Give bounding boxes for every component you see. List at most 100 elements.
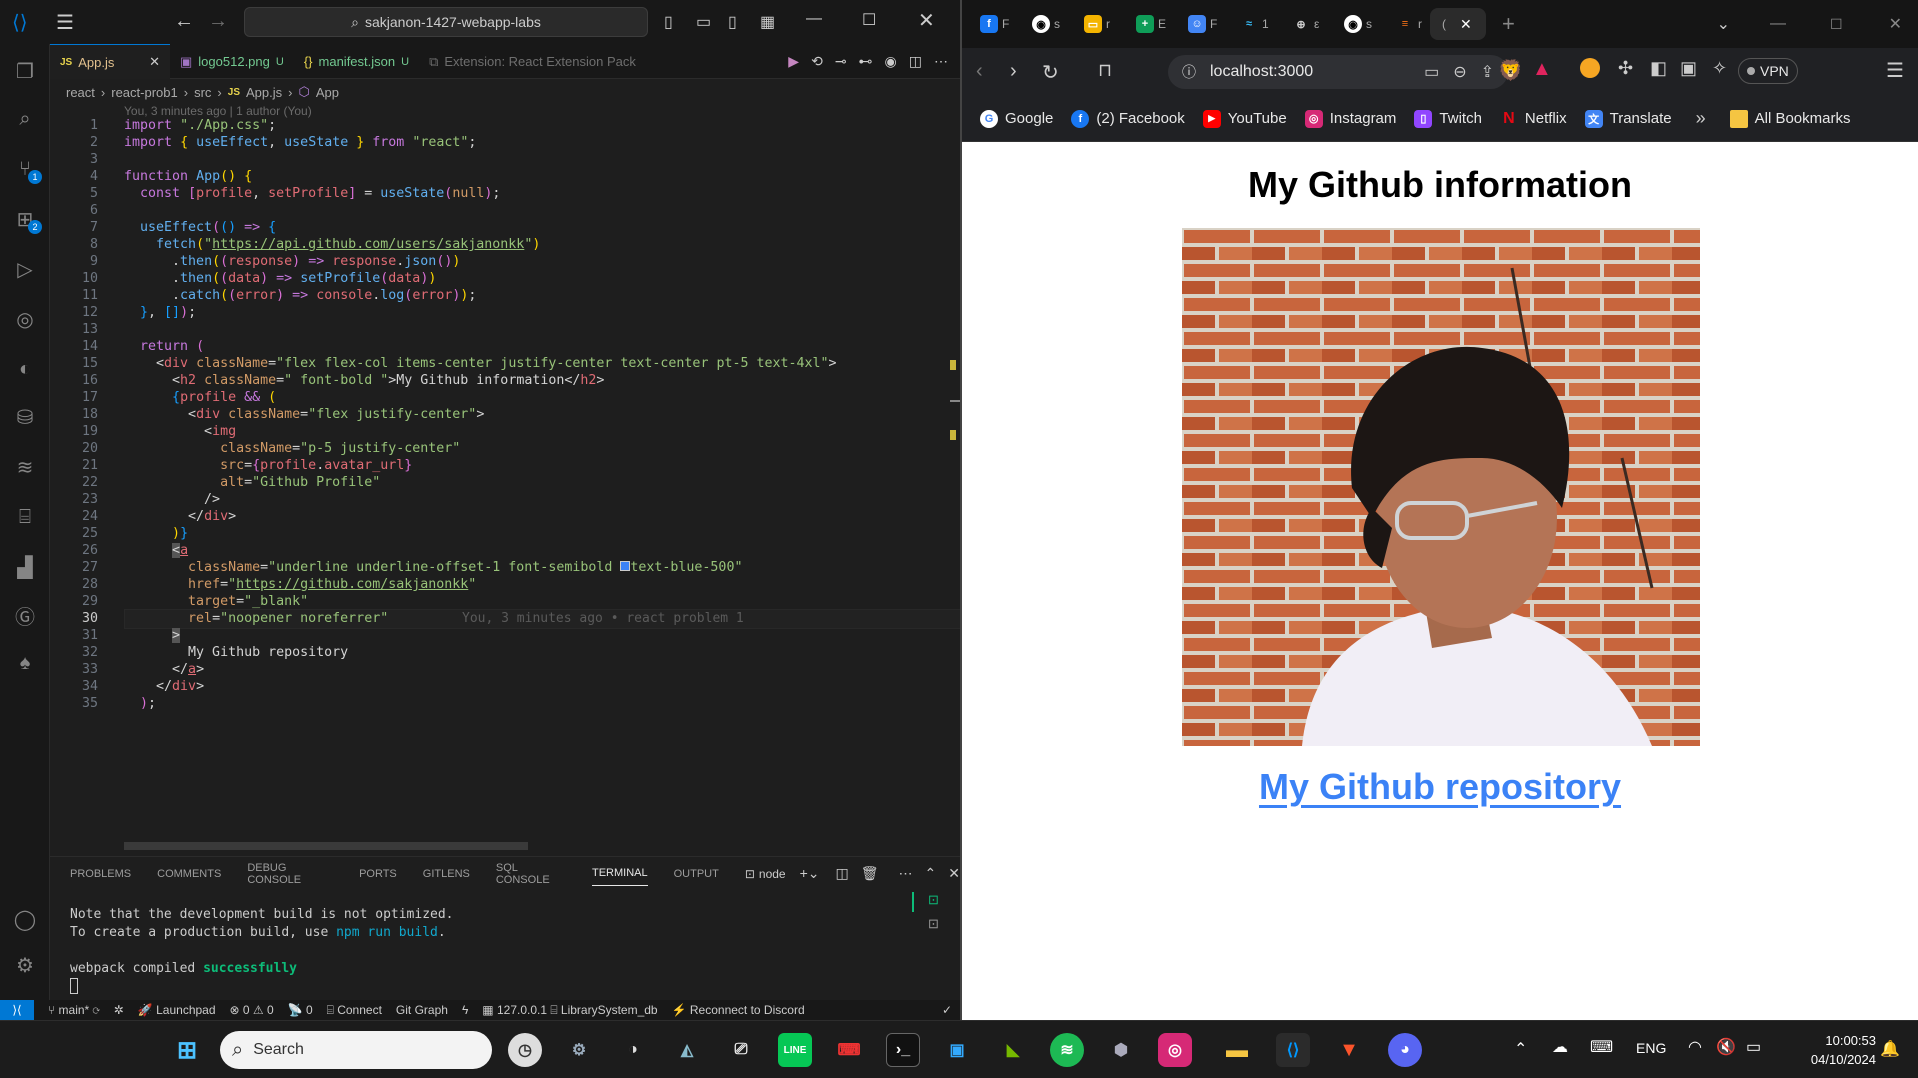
- browser-tab[interactable]: ≈1: [1222, 8, 1274, 40]
- tab-sql-console[interactable]: SQL CONSOLE: [496, 862, 566, 886]
- search-icon[interactable]: ⌕: [10, 104, 40, 134]
- vpn-button[interactable]: VPN: [1738, 58, 1798, 84]
- command-center[interactable]: ⌕ sakjanon-1427-webapp-labs: [244, 7, 648, 37]
- settings-icon[interactable]: ⚙: [562, 1033, 596, 1067]
- browser-tab[interactable]: ▭ r: [1066, 8, 1118, 40]
- browser-tab[interactable]: ◉ s: [1014, 8, 1066, 40]
- db-connection[interactable]: ▦ 127.0.0.1 ⌸ LibrarySystem_db: [482, 1003, 657, 1018]
- tab-extension[interactable]: ⧉ Extension: React Extension Pack: [419, 44, 646, 79]
- back-icon[interactable]: ‹: [976, 60, 983, 83]
- close-tab-icon[interactable]: ✕: [1460, 16, 1472, 33]
- monitor-app-icon[interactable]: ◭: [670, 1033, 704, 1067]
- sidebar-icon[interactable]: ◧: [1650, 58, 1667, 79]
- brave-icon[interactable]: ▼: [1332, 1033, 1366, 1067]
- tray-overflow-icon[interactable]: ⌃: [1514, 1039, 1527, 1059]
- toggle-sidebar-icon[interactable]: ▯: [664, 12, 673, 32]
- tab-gitlens[interactable]: GITLENS: [423, 868, 470, 880]
- browser-tab[interactable]: + E: [1118, 8, 1170, 40]
- gitlens-icon[interactable]: ◐: [10, 354, 40, 384]
- forward-arrow-icon[interactable]: →: [208, 10, 228, 33]
- wifi-icon[interactable]: ◠: [1688, 1037, 1702, 1057]
- bookmark-netflix[interactable]: N Netflix: [1500, 110, 1566, 128]
- terminal-list-icon[interactable]: ⊡: [928, 892, 939, 908]
- breadcrumb-item[interactable]: react-prob1: [111, 85, 177, 100]
- taskbar-search[interactable]: ⌕ Search: [220, 1031, 492, 1069]
- back-arrow-icon[interactable]: ←: [174, 10, 194, 33]
- commit-icon[interactable]: ⊸: [835, 53, 847, 70]
- codelens-blame[interactable]: You, 3 minutes ago | 1 author (You): [124, 104, 312, 118]
- keyboard-app-icon[interactable]: ⌨: [832, 1033, 866, 1067]
- unity-icon[interactable]: ⬢: [1104, 1033, 1138, 1067]
- graphql-icon[interactable]: Ⓖ: [10, 600, 40, 630]
- ports[interactable]: 📡 0: [288, 1003, 313, 1017]
- settings-gear-icon[interactable]: ⚙: [10, 950, 40, 980]
- bookmark-icon[interactable]: ⊓: [1098, 60, 1112, 81]
- leo-ai-icon[interactable]: ✧: [1712, 58, 1727, 79]
- bookmark-youtube[interactable]: ▶ YouTube: [1202, 109, 1287, 128]
- database-icon[interactable]: ⛁: [10, 402, 40, 432]
- github-repository-link[interactable]: My Github repository: [962, 766, 1918, 808]
- docker-icon[interactable]: ▟: [10, 552, 40, 582]
- tab-comments[interactable]: COMMENTS: [157, 868, 221, 880]
- tab-debug-console[interactable]: DEBUG CONSOLE: [247, 862, 333, 886]
- close-window-icon[interactable]: ✕: [1889, 14, 1902, 34]
- trash-icon[interactable]: 🗑: [861, 865, 879, 882]
- bookmark-instagram[interactable]: ◎ Instagram: [1304, 109, 1396, 128]
- breadcrumb-item[interactable]: App.js: [246, 85, 282, 100]
- layout-icon[interactable]: ▦: [760, 12, 775, 32]
- browser-tab[interactable]: ⊕ ε: [1274, 8, 1326, 40]
- breadcrumb-item[interactable]: react: [66, 85, 95, 100]
- toggle-panel-icon[interactable]: ▭: [696, 12, 711, 32]
- git-compare-icon[interactable]: ⟲: [811, 53, 823, 70]
- bookmark-facebook[interactable]: f (2) Facebook: [1071, 109, 1185, 128]
- browser-tab[interactable]: ≡ r: [1378, 8, 1430, 40]
- notification-bell-icon[interactable]: 🔔: [1880, 1039, 1900, 1059]
- keyboard-icon[interactable]: ⌨: [1590, 1037, 1613, 1057]
- problems-count[interactable]: ⊗ 0 ⚠ 0: [230, 1003, 274, 1017]
- tab-output[interactable]: OUTPUT: [674, 868, 719, 880]
- system-clock[interactable]: 10:00:53 04/10/2024: [1811, 1031, 1876, 1069]
- tab-manifest[interactable]: {} manifest.json U: [294, 44, 419, 79]
- horizontal-scrollbar[interactable]: [124, 842, 528, 850]
- main-menu-icon[interactable]: ☰: [1886, 58, 1904, 83]
- reload-icon[interactable]: ↻: [1042, 60, 1059, 85]
- spotify-icon[interactable]: ≋: [1050, 1033, 1084, 1067]
- more-bookmarks-icon[interactable]: »: [1696, 108, 1706, 129]
- maximize-panel-icon[interactable]: ⌃: [925, 865, 937, 882]
- bug-icon[interactable]: ✲: [114, 1003, 124, 1017]
- more-actions-icon[interactable]: ⋯: [934, 53, 948, 70]
- nvidia-icon[interactable]: ◣: [996, 1033, 1030, 1067]
- source-control-icon[interactable]: ⑂ 1: [10, 154, 42, 184]
- zoom-icon[interactable]: ⊖: [1453, 62, 1466, 82]
- terminal-list-icon[interactable]: ⊡: [928, 916, 939, 932]
- wallet-icon[interactable]: ▣: [1680, 58, 1697, 79]
- minimize-icon[interactable]: —: [1770, 15, 1786, 33]
- volume-muted-icon[interactable]: 🔇: [1716, 1037, 1736, 1057]
- tab-ports[interactable]: PORTS: [359, 868, 397, 880]
- browser-tab[interactable]: ☺ F: [1170, 8, 1222, 40]
- tab-search-icon[interactable]: ⌄: [1717, 14, 1730, 34]
- browser-tab[interactable]: fF: [962, 8, 1014, 40]
- bookmark-google[interactable]: G Google: [980, 109, 1053, 128]
- bookmark-translate[interactable]: 文 Translate: [1584, 109, 1672, 128]
- git-branch[interactable]: ⑂ main* ⟳: [48, 1003, 100, 1017]
- brave-rewards-icon[interactable]: ▲: [1532, 58, 1552, 81]
- connect[interactable]: ⌸ Connect: [327, 1003, 382, 1018]
- explorer-icon[interactable]: ❐: [10, 56, 40, 86]
- language-indicator[interactable]: ENG: [1636, 1040, 1666, 1056]
- git-graph[interactable]: Git Graph: [396, 1003, 448, 1017]
- windows-start-icon[interactable]: ⊞: [170, 1033, 204, 1067]
- vscode-taskbar-icon[interactable]: ⟨⟩: [1276, 1033, 1310, 1067]
- discord[interactable]: ⚡ Reconnect to Discord: [672, 1003, 805, 1017]
- terminal-output[interactable]: Note that the development build is not o…: [70, 906, 454, 1000]
- copilot-icon[interactable]: ◉: [885, 53, 897, 70]
- app-icon[interactable]: ◑: [616, 1033, 650, 1067]
- code-editor[interactable]: 1 2 3 4 5 6 7 8 9 10 11 12 13 14 15 16 17 18 19 20 21 22 23 24 2…: [50, 118, 960, 848]
- split-terminal-icon[interactable]: ◫: [836, 865, 849, 882]
- next-change-icon[interactable]: ⊷: [859, 53, 873, 70]
- terminal-app-icon[interactable]: ›_: [886, 1033, 920, 1067]
- bookmark-twitch[interactable]: ▯ Twitch: [1414, 109, 1482, 128]
- toggle-secondary-sidebar-icon[interactable]: ▯: [728, 12, 737, 32]
- more-icon[interactable]: ⋯: [899, 865, 913, 882]
- run-debug-icon[interactable]: ▷: [10, 254, 40, 284]
